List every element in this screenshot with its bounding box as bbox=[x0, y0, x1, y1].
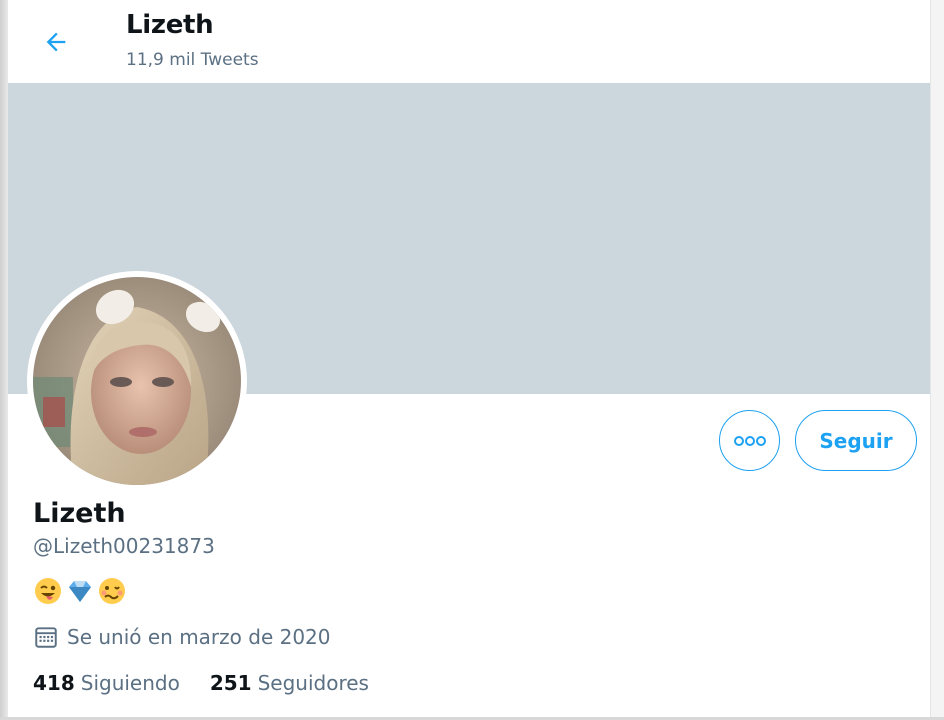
followers-link[interactable]: 251 Seguidores bbox=[210, 671, 369, 695]
back-button[interactable] bbox=[36, 22, 76, 62]
more-options-button[interactable] bbox=[719, 410, 780, 471]
following-count: 418 bbox=[33, 671, 75, 695]
profile-stats: 418 Siguiendo 251 Seguidores bbox=[33, 669, 369, 697]
scrollbar-track[interactable] bbox=[930, 0, 944, 720]
follow-button[interactable]: Seguir bbox=[795, 410, 917, 471]
more-options-icon bbox=[733, 435, 766, 446]
app-window: Lizeth 11,9 mil Tweets Seguir Lizeth @Li… bbox=[0, 0, 944, 720]
header-title: Lizeth bbox=[126, 10, 214, 40]
followers-label: Seguidores bbox=[257, 671, 369, 695]
avatar-photo bbox=[33, 277, 241, 485]
followers-count: 251 bbox=[209, 671, 252, 695]
window-left-edge bbox=[0, 0, 8, 720]
following-label: Siguiendo bbox=[80, 671, 180, 695]
join-date: Se unió en marzo de 2020 bbox=[33, 623, 331, 651]
header-tweet-count: 11,9 mil Tweets bbox=[126, 50, 259, 70]
calendar-icon bbox=[35, 627, 57, 648]
woozy-face-icon bbox=[99, 578, 125, 604]
back-arrow-icon bbox=[46, 32, 66, 52]
profile-avatar[interactable] bbox=[27, 271, 247, 491]
gem-stone-icon bbox=[69, 581, 91, 602]
winking-face-with-tongue-icon bbox=[35, 578, 61, 604]
profile-name: Lizeth bbox=[33, 498, 126, 529]
join-date-text: Se unió en marzo de 2020 bbox=[67, 625, 331, 649]
profile-bio bbox=[33, 576, 127, 606]
profile-handle: @Lizeth00231873 bbox=[33, 534, 215, 558]
profile-header: Lizeth 11,9 mil Tweets bbox=[8, 0, 930, 83]
following-link[interactable]: 418 Siguiendo bbox=[33, 671, 180, 695]
